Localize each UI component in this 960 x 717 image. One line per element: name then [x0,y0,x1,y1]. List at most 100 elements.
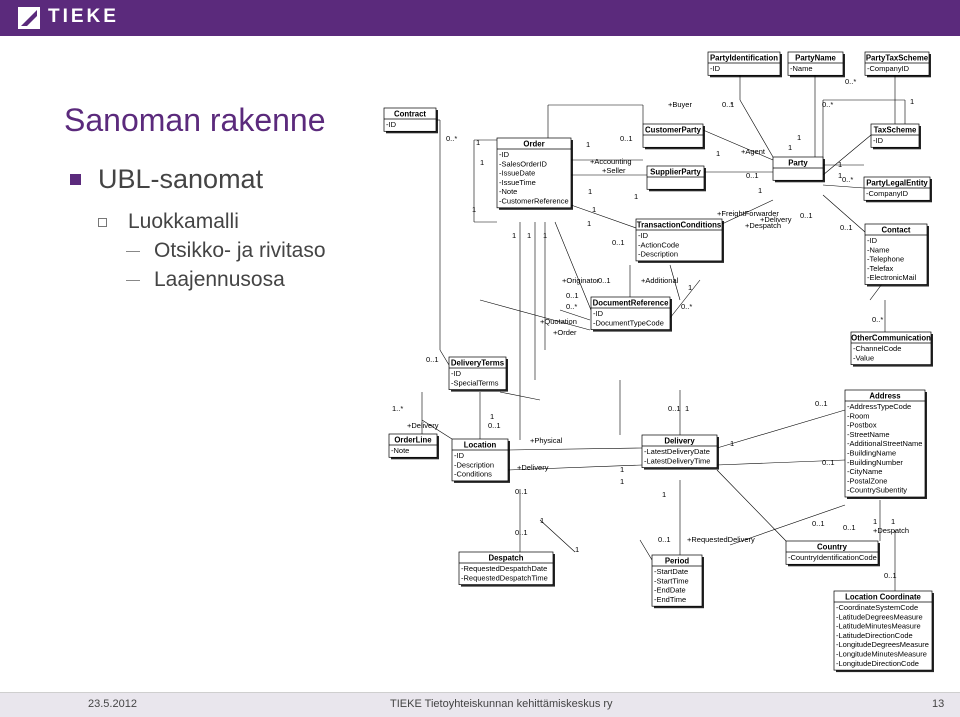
class-contact[interactable]: Contact-ID-Name-Telephone-Telefax-Electr… [864,223,929,287]
class-attribute: -ID [451,369,462,378]
association-label-0: +Buyer [668,100,692,109]
association-label-8: +Additional [641,276,679,285]
class-taxscheme[interactable]: TaxScheme -ID [870,123,921,150]
association-line-43 [716,409,846,449]
association-line-17 [822,134,872,176]
class-party[interactable]: Party [772,156,825,183]
class-name: Despatch [488,553,523,562]
association-label-70: 0..* [842,175,853,184]
association-label-1: +Agent [741,147,766,156]
class-attribute: -BuildingNumber [847,458,903,467]
class-attribute: -ID [499,150,510,159]
class-attribute: -ID [710,64,721,73]
class-order[interactable]: Order -ID-SalesOrderID-IssueDate-IssueTim… [496,137,573,210]
association-line-18 [822,184,865,189]
class-attribute: -ID [454,451,465,460]
association-label-34: 0..1 [488,421,501,430]
association-line-33 [669,279,701,319]
class-deliveryterms[interactable]: DeliveryTerms -ID-SpecialTerms [448,356,508,392]
class-attribute: -CountryIdentificationCode [788,553,877,562]
association-lines [421,75,906,591]
class-name: Contact [881,225,910,234]
class-name: DeliveryTerms [451,358,505,367]
class-name: OrderLine [394,435,432,444]
class-attribute: -BuildingName [847,449,896,458]
class-partyname[interactable]: PartyName -Name [787,51,845,78]
association-label-64: 0..* [681,302,692,311]
class-name: PartyTaxScheme [866,53,929,62]
association-label-51: 0..1 [884,571,897,580]
class-customerparty[interactable]: CustomerParty [642,123,705,150]
association-label-47: 0..1 [812,519,825,528]
class-attribute: -IssueTime [499,178,536,187]
class-attribute: -IssueDate [499,169,535,178]
class-attribute: -AddressTypeCode [847,402,911,411]
class-attribute: -Telefax [867,264,894,273]
association-label-46: 0..1 [658,535,671,544]
class-attribute: -ID [593,309,604,318]
class-othercommunication[interactable]: OtherCommunication -ChannelCode-Value [850,331,933,367]
class-name: DocumentReference [593,298,669,307]
association-label-40: 1 [730,439,734,448]
footer: 23.5.2012 TIEKE Tietoyhteiskunnan kehitt… [0,692,960,717]
class-attribute: -ElectronicMail [867,273,917,282]
class-attribute: -ID [386,120,397,129]
class-attribute: -Name [790,64,813,73]
class-attribute: -CountrySubentity [847,486,907,495]
uml-class-diagram: +Buyer+Agent+Accounting+Seller+FreightFo… [383,51,934,673]
association-label-50: 1 [891,517,895,526]
class-transactionconditions[interactable]: TransactionConditions -ID-ActionCode-Desc… [635,218,724,263]
class-attribute: -EndTime [654,595,686,604]
association-label-42: 0..1 [515,487,528,496]
class-supplierparty[interactable]: SupplierParty [646,165,706,192]
class-attribute: -LatestDeliveryTime [644,456,710,465]
class-partylegalentity[interactable]: PartyLegalEntity -CompanyID [863,176,932,203]
association-label-58: 1 [586,140,590,149]
class-country[interactable]: Country -CountryIdentificationCode [785,540,880,567]
class-name: Contract [394,109,426,118]
class-attribute: -SpecialTerms [451,378,499,387]
class-attribute: -LongitudeDegreesMeasure [836,640,929,649]
association-line-2 [439,349,450,366]
class-name: TaxScheme [874,125,917,134]
class-contract[interactable]: Contract -ID [383,107,438,134]
class-name: Party [788,158,808,167]
association-label-59: 1 [588,187,592,196]
class-delivery[interactable]: Delivery -LatestDeliveryDate-LatestDelive… [641,434,719,470]
association-label-29: 0..* [566,302,577,311]
class-period[interactable]: Period -StartDate-StartTime-EndDate-EndTi… [651,554,704,609]
class-attribute: -SalesOrderID [499,159,548,168]
class-name: Location Coordinate [845,592,921,601]
association-label-31: 0..1 [598,276,611,285]
class-attribute: -LatestDeliveryDate [644,447,710,456]
class-address[interactable]: Address -AddressTypeCode-Room-Postbox-Str… [844,389,927,499]
class-partytaxscheme[interactable]: PartyTaxScheme -CompanyID [864,51,931,78]
class-documentreference[interactable]: DocumentReference -ID-DocumentTypeCode [590,296,672,332]
class-attribute: -LatitudeDegreesMeasure [836,612,923,621]
class-attribute: -Note [499,187,517,196]
association-label-20: 0..1 [746,171,759,180]
class-attribute: -ActionCode [638,240,679,249]
association-label-25: 0..* [845,77,856,86]
class-attribute: -ID [867,236,878,245]
class-orderline[interactable]: OrderLine -Note [388,433,439,460]
class-attribute: -LatitudeDirectionCode [836,631,913,640]
class-location-coordinate[interactable]: Location Coordinate -CoordinateSystemCode… [833,590,934,673]
class-attribute: -RequestedDespatchDate [461,564,547,573]
association-label-52: 1 [476,138,480,147]
class-attribute: -CompanyID [866,189,909,198]
class-partyidentification[interactable]: PartyIdentification -ID [707,51,782,78]
class-attribute: -LongitudeMinutesMeasure [836,650,927,659]
association-label-7: +Originator [562,276,600,285]
class-attribute: -CoordinateSystemCode [836,603,918,612]
class-location[interactable]: Location -ID-Description-Conditions [451,438,510,483]
association-label-9: +Quotation [540,317,577,326]
association-label-56: 1 [527,231,531,240]
class-attribute: -CityName [847,467,882,476]
class-name: CustomerParty [645,125,702,134]
association-label-37: 1 [685,404,689,413]
class-despatch[interactable]: Despatch -RequestedDespatchDate-Requested… [458,551,555,587]
class-attribute: -Description [454,460,494,469]
association-line-39 [507,447,643,451]
association-label-53: 1 [480,158,484,167]
